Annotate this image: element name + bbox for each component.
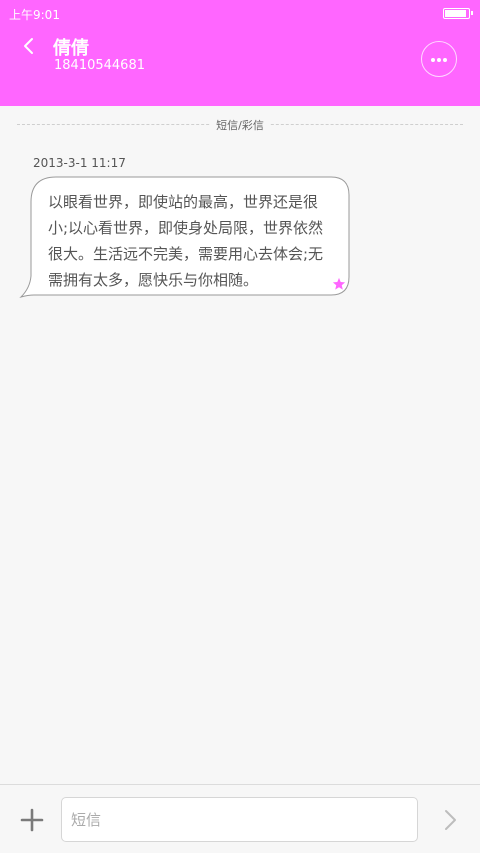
chevron-right-icon — [445, 810, 456, 830]
battery-icon — [443, 8, 473, 19]
conversation-header: 倩倩 18410544681 — [0, 28, 480, 106]
composer-bar — [0, 784, 480, 853]
more-options-button[interactable] — [421, 41, 457, 77]
message-text: 以眼看世界，即使站的最高，世界还是很小;以心看世界，即使身处局限，世界依然很大。… — [48, 193, 324, 289]
more-dots-icon — [443, 58, 447, 62]
section-divider: 短信/彩信 — [17, 117, 463, 133]
add-attachment-button[interactable] — [20, 808, 44, 832]
battery-tip — [471, 11, 473, 15]
status-bar: 上午9:01 — [0, 0, 480, 28]
section-label: 短信/彩信 — [210, 117, 270, 133]
contact-name: 倩倩 — [53, 38, 89, 59]
status-time: 上午9:01 — [9, 8, 60, 22]
star-icon — [332, 277, 346, 290]
contact-phone-number: 18410544681 — [54, 58, 145, 73]
more-dots-icon — [431, 58, 435, 62]
message-timestamp: 2013-3-1 11:17 — [33, 156, 126, 170]
message-input[interactable] — [61, 797, 418, 842]
send-button[interactable] — [440, 807, 460, 833]
plus-icon — [20, 808, 44, 832]
message-bubble[interactable]: 以眼看世界，即使站的最高，世界还是很小;以心看世界，即使身处局限，世界依然很大。… — [18, 176, 352, 300]
battery-level — [445, 10, 466, 17]
more-dots-icon — [437, 58, 441, 62]
back-button[interactable] — [16, 32, 44, 60]
chevron-left-icon — [24, 38, 33, 54]
